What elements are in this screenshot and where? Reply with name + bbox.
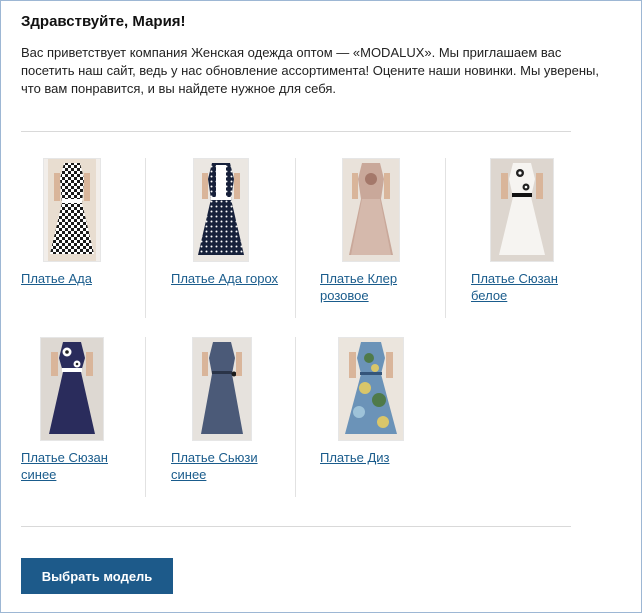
product-link-syuzi-sinee[interactable]: Платье Сьюзи синее <box>171 449 281 483</box>
product-link-diz[interactable]: Платье Диз <box>320 449 430 466</box>
product-image-syuzan-beloe[interactable] <box>490 158 554 262</box>
column-separator <box>295 337 296 497</box>
product-image-diz[interactable] <box>338 337 404 441</box>
column-separator <box>145 158 146 318</box>
product-link-syuzan-beloe[interactable]: Платье Сюзан белое <box>471 270 581 304</box>
column-separator <box>445 158 446 318</box>
choose-model-button[interactable]: Выбрать модель <box>21 558 173 594</box>
product-image-syuzi-sinee[interactable] <box>192 337 252 441</box>
product-image-syuzan-sinee[interactable] <box>40 337 104 441</box>
intro-paragraph: Вас приветствует компания Женская одежда… <box>21 45 600 96</box>
product-link-ada-gorokh[interactable]: Платье Ада горох <box>171 270 281 287</box>
divider-bottom <box>21 526 571 527</box>
product-image-ada-gorokh[interactable] <box>193 158 249 262</box>
product-link-syuzan-sinee[interactable]: Платье Сюзан синее <box>21 449 131 483</box>
product-link-kler-rozovoe[interactable]: Платье Клер розовое <box>320 270 430 304</box>
column-separator <box>145 337 146 497</box>
email-frame: Здравствуйте, Мария! Вас приветствует ко… <box>0 0 642 613</box>
divider-top <box>21 131 571 132</box>
greeting-heading: Здравствуйте, Мария! <box>21 13 186 30</box>
product-image-kler-rozovoe[interactable] <box>342 158 400 262</box>
column-separator <box>295 158 296 318</box>
product-image-ada[interactable] <box>43 158 101 262</box>
product-link-ada[interactable]: Платье Ада <box>21 270 131 287</box>
